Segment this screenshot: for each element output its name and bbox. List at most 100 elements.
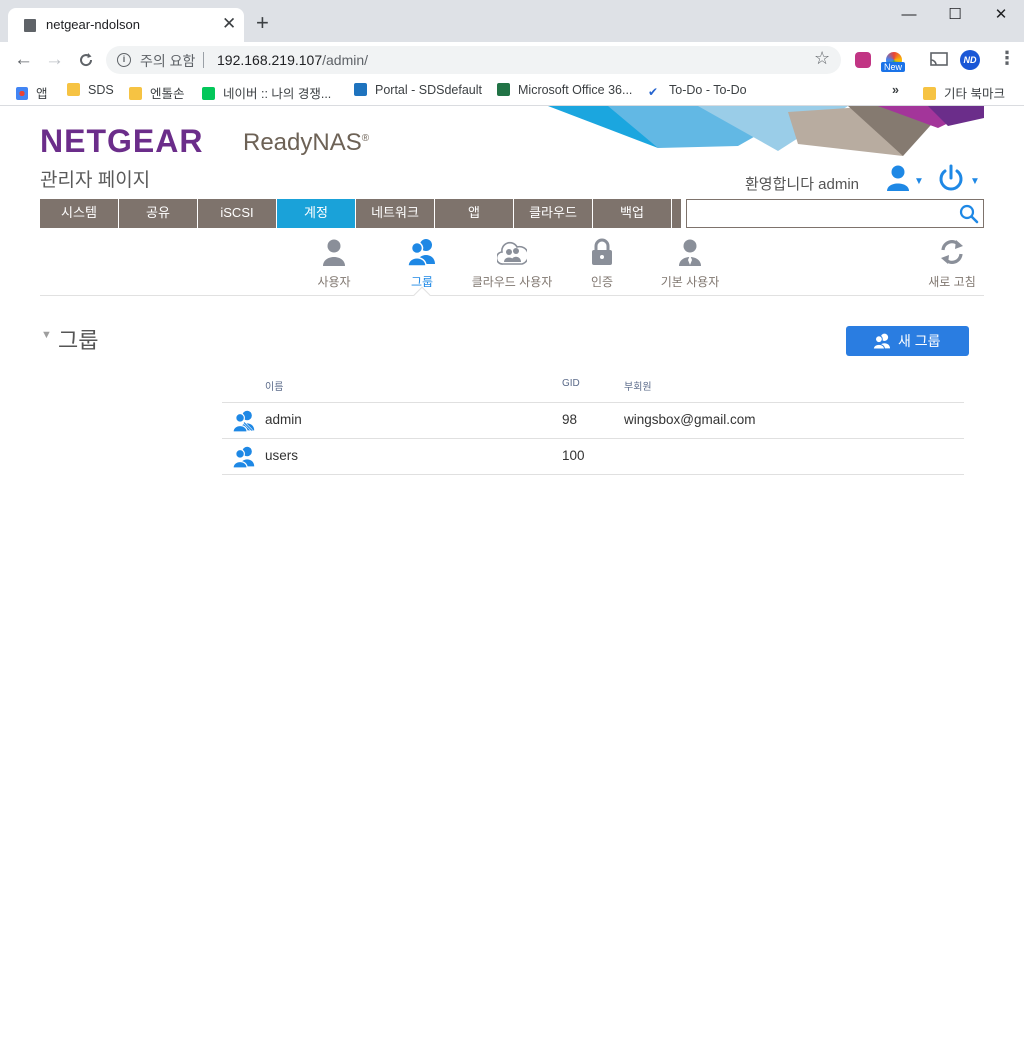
url-host: 192.168.219.107: [217, 52, 323, 68]
back-icon[interactable]: ←: [14, 49, 33, 71]
refresh-label: 새로 고침: [928, 275, 976, 289]
extension-d-icon[interactable]: [855, 52, 871, 68]
table-row[interactable]: users 100: [222, 439, 964, 475]
table-header: 이름 GID 부회원: [222, 370, 964, 403]
reload-icon[interactable]: [78, 52, 94, 68]
bookmark-portal-label: Portal - SDSdefault: [375, 83, 482, 97]
netgear-logo: NETGEAR: [40, 123, 204, 159]
forward-icon[interactable]: →: [45, 49, 64, 71]
minimize-button[interactable]: —: [886, 4, 932, 30]
cast-icon[interactable]: [930, 52, 948, 67]
bookmark-todo[interactable]: ✔ To-Do - To-Do: [648, 83, 747, 99]
menu-kebab-icon[interactable]: ⋮: [998, 48, 1016, 69]
subnav-default-users[interactable]: 기본 사용자: [656, 238, 724, 290]
url-text[interactable]: 192.168.219.107/admin/: [217, 52, 368, 68]
admin-group-icon: [233, 410, 255, 432]
power-menu-caret-icon[interactable]: ▼: [970, 176, 980, 187]
bookmark-sds[interactable]: SDS: [67, 83, 114, 97]
bookmark-other[interactable]: 기타 북마크: [923, 83, 1005, 102]
subnav-auth[interactable]: 인증: [586, 238, 618, 290]
menu-accounts[interactable]: 계정: [277, 199, 356, 228]
menu-backup[interactable]: 백업: [593, 199, 672, 228]
menu-apps[interactable]: 앱: [435, 199, 514, 228]
admin-page-label: 관리자 페이지: [40, 170, 151, 191]
menu-iscsi[interactable]: iSCSI: [198, 199, 277, 228]
group-members: wingsbox@gmail.com: [624, 412, 756, 427]
bookmark-other-label: 기타 북마크: [944, 87, 1005, 101]
refresh-button[interactable]: 새로 고침: [924, 238, 980, 290]
tab-close-icon[interactable]: ✕: [222, 14, 236, 34]
browser-tabstrip: netgear-ndolson ✕ + — ☐ ✕: [0, 0, 1024, 42]
subnav-cloud-users-label: 클라우드 사용자: [471, 275, 553, 289]
subnav-cloud-users[interactable]: 클라우드 사용자: [466, 238, 558, 290]
user-menu-caret-icon[interactable]: ▼: [914, 176, 924, 187]
close-window-button[interactable]: ✕: [978, 4, 1024, 30]
page-icon: [24, 19, 36, 32]
bookmarks-overflow-button[interactable]: »: [892, 83, 899, 97]
bookmark-hangul-label: 엔톨손: [150, 87, 185, 101]
bookmark-apps-label: 앱: [36, 87, 48, 101]
new-group-button[interactable]: 새 그룹: [846, 326, 969, 356]
subnav-groups[interactable]: 그룹: [402, 238, 442, 290]
bookmark-naver[interactable]: 네이버 :: 나의 경쟁...: [202, 83, 331, 102]
subnav-default-users-label: 기본 사용자: [660, 275, 720, 289]
subnav-auth-label: 인증: [590, 275, 614, 289]
apps-grid-icon: [16, 87, 28, 100]
bookmarks-bar: 앱 SDS 엔톨손 네이버 :: 나의 경쟁... Portal - SDSde…: [0, 78, 1024, 106]
subnav-divider: [40, 295, 984, 296]
user-account-icon[interactable]: [886, 164, 910, 192]
menu-shares[interactable]: 공유: [119, 199, 198, 228]
profile-avatar[interactable]: ND: [960, 50, 980, 70]
group-gid: 98: [562, 412, 578, 427]
bookmark-todo-label: To-Do - To-Do: [669, 83, 747, 97]
default-user-icon: [679, 239, 701, 266]
new-tab-button[interactable]: +: [256, 12, 269, 34]
naver-icon: [202, 87, 215, 100]
section-title: 그룹: [58, 328, 99, 353]
browser-tab[interactable]: netgear-ndolson ✕: [8, 8, 244, 42]
header-members[interactable]: 부회원: [624, 378, 652, 393]
portal-icon: [354, 83, 367, 96]
product-name-text: ReadyNAS: [243, 129, 362, 156]
header-gid[interactable]: GID: [562, 378, 580, 389]
subnav-users[interactable]: 사용자: [314, 238, 354, 290]
divider: [203, 52, 204, 68]
bookmark-naver-label: 네이버 :: 나의 경쟁...: [223, 87, 332, 101]
maximize-button[interactable]: ☐: [932, 4, 978, 30]
power-icon[interactable]: [937, 164, 965, 192]
bookmark-office-label: Microsoft Office 36...: [518, 83, 633, 97]
folder-icon: [67, 83, 80, 96]
bookmark-portal[interactable]: Portal - SDSdefault: [354, 83, 482, 97]
cloud-users-icon: [495, 241, 530, 265]
table-row[interactable]: admin 98 wingsbox@gmail.com: [222, 403, 964, 439]
menu-spacer: [672, 199, 681, 228]
address-bar[interactable]: i 주의 요함 192.168.219.107/admin/ ☆: [106, 46, 841, 74]
bookmark-office[interactable]: Microsoft Office 36...: [497, 83, 632, 97]
security-label: 주의 요함: [140, 53, 196, 69]
extension-new-badge: New: [881, 62, 906, 72]
bookmark-hangul-folder[interactable]: 엔톨손: [129, 83, 185, 102]
group-icon: [233, 446, 255, 468]
bookmark-star-icon[interactable]: ☆: [814, 48, 830, 69]
groups-table: 이름 GID 부회원 admin 98 wingsbox@gmail.com u…: [222, 370, 964, 475]
search-input[interactable]: [686, 199, 984, 228]
subnav-users-label: 사용자: [317, 275, 351, 289]
header-name[interactable]: 이름: [265, 378, 283, 393]
bookmark-apps[interactable]: 앱: [16, 83, 48, 102]
user-icon: [323, 239, 345, 266]
refresh-icon: [941, 240, 963, 264]
folder-icon: [923, 87, 936, 100]
url-path: /admin/: [322, 52, 369, 68]
menu-network[interactable]: 네트워크: [356, 199, 435, 228]
check-icon: ✔: [648, 86, 661, 99]
group-gid: 100: [562, 448, 585, 463]
search-icon[interactable]: [959, 204, 979, 224]
lock-icon: [592, 238, 612, 265]
product-mark: ®: [361, 133, 370, 144]
new-group-label: 새 그룹: [898, 333, 941, 349]
menu-system[interactable]: 시스템: [40, 199, 119, 228]
menu-cloud[interactable]: 클라우드: [514, 199, 593, 228]
tab-title: netgear-ndolson: [46, 17, 140, 32]
collapse-caret-icon[interactable]: ▼: [41, 329, 52, 341]
info-icon[interactable]: i: [117, 53, 131, 67]
